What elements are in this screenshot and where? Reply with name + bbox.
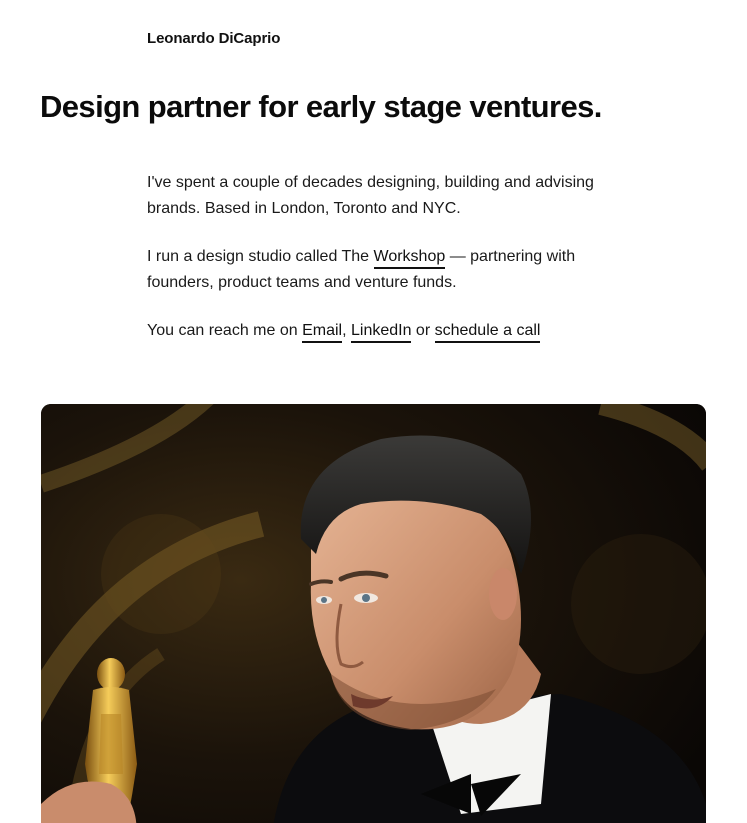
site-name[interactable]: Leonardo DiCaprio: [147, 30, 280, 47]
page: Leonardo DiCaprio Design partner for ear…: [0, 0, 747, 823]
bio-paragraph-1: I've spent a couple of decades designing…: [147, 174, 594, 217]
email-link[interactable]: Email: [302, 322, 343, 343]
bio-paragraph-2: I run a design studio called The Worksho…: [147, 244, 627, 296]
page-headline: Design partner for early stage ventures.: [40, 89, 602, 124]
portrait-illustration: [41, 404, 706, 823]
bio-text: I run a design studio called The: [147, 248, 374, 265]
bio-text: or: [411, 322, 435, 339]
workshop-link[interactable]: Workshop: [373, 248, 446, 269]
schedule-call-link[interactable]: schedule a call: [434, 322, 541, 343]
linkedin-link[interactable]: LinkedIn: [350, 322, 412, 343]
portrait-photo: [41, 404, 706, 823]
bio-paragraph-3: You can reach me on Email, LinkedIn or s…: [147, 318, 627, 344]
bio-section: I've spent a couple of decades designing…: [147, 170, 627, 366]
bio-text: ,: [342, 322, 351, 339]
bio-text: You can reach me on: [147, 322, 303, 339]
